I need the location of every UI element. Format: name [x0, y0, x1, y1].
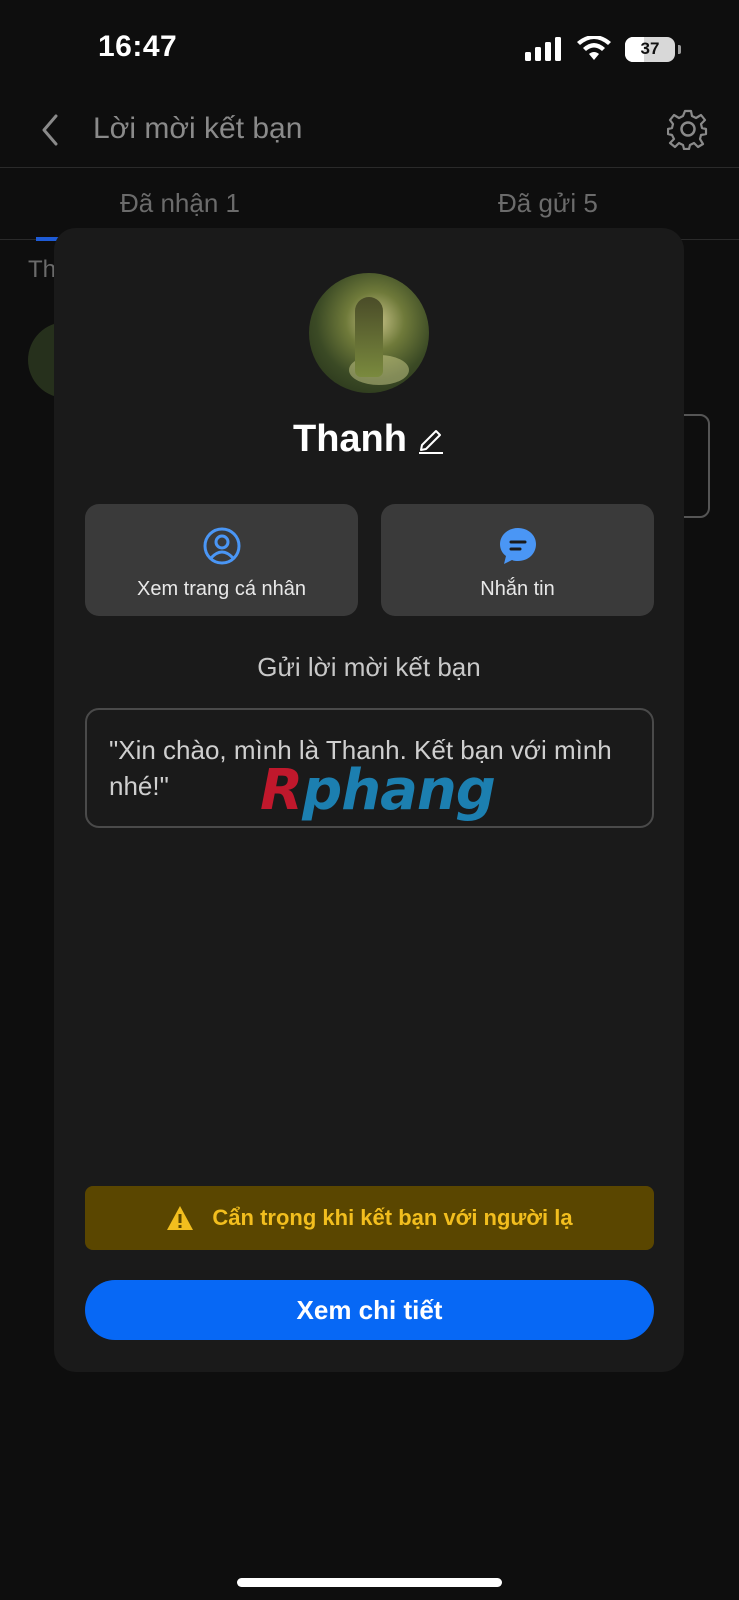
tab-received[interactable]: Đã nhận 1	[120, 188, 240, 219]
gear-icon[interactable]	[667, 108, 709, 150]
view-profile-button[interactable]: Xem trang cá nhân	[85, 504, 358, 616]
status-icons: 37	[525, 36, 681, 62]
signal-icon	[525, 37, 561, 61]
wifi-icon	[577, 36, 611, 60]
user-circle-icon	[203, 527, 240, 565]
chat-bubble-icon	[499, 528, 536, 564]
pencil-icon[interactable]	[417, 425, 445, 455]
warning-icon	[167, 1206, 194, 1230]
status-time: 16:47	[98, 30, 178, 63]
battery-indicator: 37	[625, 36, 681, 62]
battery-level: 37	[640, 39, 660, 58]
section-hint: Th	[28, 256, 57, 283]
chevron-left-icon[interactable]	[36, 112, 64, 148]
invite-heading: Gửi lời mời kết bạn	[257, 652, 481, 682]
message-label: Nhắn tin	[480, 578, 555, 600]
name-row: Thanh	[54, 418, 684, 461]
contact-name: Thanh	[293, 418, 407, 460]
message-button[interactable]: Nhắn tin	[381, 504, 654, 616]
tab-sent[interactable]: Đã gửi 5	[498, 188, 598, 219]
view-profile-label: Xem trang cá nhân	[137, 578, 306, 600]
warning-text: Cẩn trọng khi kết bạn với người lạ	[212, 1205, 573, 1230]
nav-bar: Lời mời kết bạn	[0, 92, 739, 168]
avatar[interactable]	[309, 273, 429, 393]
watermark-logo: Rphang	[260, 758, 496, 823]
warning-banner: Cẩn trọng khi kết bạn với người lạ	[85, 1186, 654, 1250]
view-details-button[interactable]: Xem chi tiết	[85, 1280, 654, 1340]
status-bar: 16:47 37	[0, 0, 739, 90]
page-title: Lời mời kết bạn	[93, 112, 303, 145]
friend-request-modal: Thanh Xem trang cá nhân Nhắn tin Gửi lời…	[54, 228, 684, 1372]
home-indicator[interactable]	[237, 1578, 502, 1587]
